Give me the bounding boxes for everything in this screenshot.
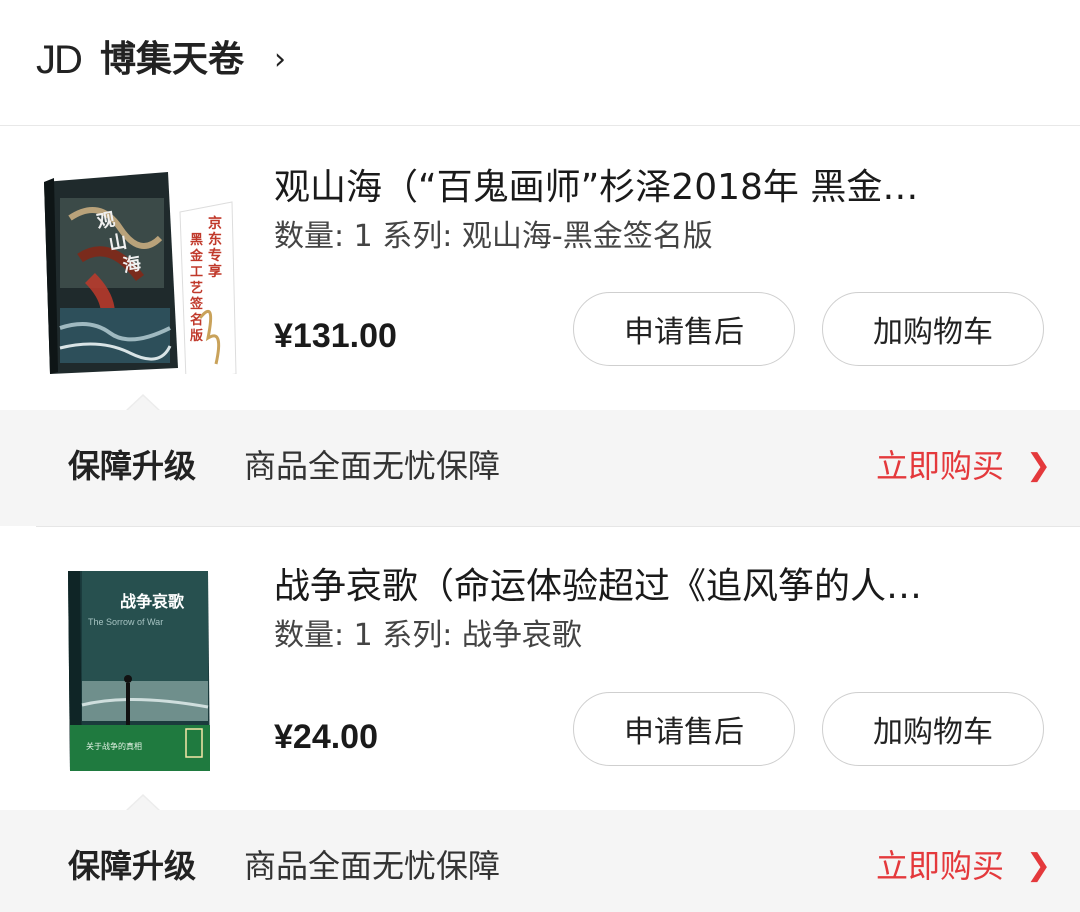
- order-item[interactable]: 观 山 海 京 东 专 享 黑 金 工 艺 签 名 版 观山海（“百鬼画师”杉泽…: [0, 126, 1080, 410]
- pointer-notch-fill: [128, 396, 158, 410]
- buy-now-link[interactable]: 立即购买: [876, 446, 1004, 486]
- shop-name[interactable]: 博集天卷: [100, 38, 244, 82]
- add-to-cart-button[interactable]: 加购物车: [822, 692, 1044, 766]
- product-title[interactable]: 战争哀歌（命运体验超过《追风筝的人…: [274, 565, 1054, 609]
- pointer-notch-fill: [128, 796, 158, 810]
- book-cover-image[interactable]: 观 山 海 京 东 专 享 黑 金 工 艺 签 名 版: [40, 168, 240, 381]
- shop-header[interactable]: JD 博集天卷 ›: [0, 0, 1080, 126]
- svg-text:The Sorrow of War: The Sorrow of War: [88, 617, 163, 627]
- svg-text:工: 工: [190, 265, 203, 280]
- svg-text:东: 东: [208, 231, 222, 248]
- svg-text:战争哀歌: 战争哀歌: [120, 592, 185, 611]
- svg-text:名: 名: [190, 312, 203, 328]
- svg-text:京: 京: [208, 215, 222, 232]
- add-to-cart-button[interactable]: 加购物车: [822, 292, 1044, 366]
- book-cover-image[interactable]: 战争哀歌 The Sorrow of War 关于战争的真相: [40, 565, 240, 775]
- guarantee-description: 商品全面无忧保障: [244, 847, 501, 885]
- guarantee-upgrade-bar[interactable]: 保障升级 商品全面无忧保障 立即购买 ❯: [0, 794, 1080, 912]
- guarantee-description: 商品全面无忧保障: [244, 447, 501, 485]
- svg-text:黑: 黑: [190, 233, 203, 248]
- svg-text:金: 金: [189, 248, 204, 264]
- chevron-right-icon[interactable]: ❯: [1026, 446, 1051, 486]
- book-cover-zhanzheng-aige-icon: 战争哀歌 The Sorrow of War 关于战争的真相: [68, 571, 210, 771]
- buy-now-link[interactable]: 立即购买: [876, 846, 1004, 886]
- svg-text:艺: 艺: [190, 280, 203, 296]
- guarantee-label: 保障升级: [68, 447, 197, 485]
- svg-text:专: 专: [208, 247, 222, 264]
- svg-text:享: 享: [208, 263, 222, 280]
- order-item[interactable]: 战争哀歌 The Sorrow of War 关于战争的真相 战争哀歌（命运体验…: [0, 527, 1080, 811]
- apply-after-sale-button[interactable]: 申请售后: [573, 692, 795, 766]
- chevron-right-icon[interactable]: ❯: [1026, 846, 1051, 886]
- guarantee-upgrade-bar[interactable]: 保障升级 商品全面无忧保障 立即购买 ❯: [0, 394, 1080, 526]
- guarantee-label: 保障升级: [68, 847, 197, 885]
- svg-text:版: 版: [190, 328, 203, 344]
- book-cover-guanshanhai-icon: 观 山 海 京 东 专 享 黑 金 工 艺 签 名 版: [44, 172, 237, 381]
- svg-text:签: 签: [189, 296, 204, 312]
- svg-text:关于战争的真相: 关于战争的真相: [86, 741, 142, 751]
- apply-after-sale-button[interactable]: 申请售后: [573, 292, 795, 366]
- product-price: ¥24.00: [274, 718, 378, 756]
- svg-text:海: 海: [121, 252, 143, 277]
- product-spec: 数量: 1 系列: 战争哀歌: [274, 618, 582, 653]
- chevron-right-icon[interactable]: ›: [274, 42, 286, 78]
- product-price: ¥131.00: [274, 317, 397, 355]
- product-spec: 数量: 1 系列: 观山海-黑金签名版: [274, 219, 713, 254]
- product-title[interactable]: 观山海（“百鬼画师”杉泽2018年 黑金…: [274, 166, 1054, 210]
- jd-logo-icon: JD: [36, 38, 83, 82]
- svg-text:山: 山: [107, 231, 128, 255]
- svg-text:观: 观: [95, 209, 116, 233]
